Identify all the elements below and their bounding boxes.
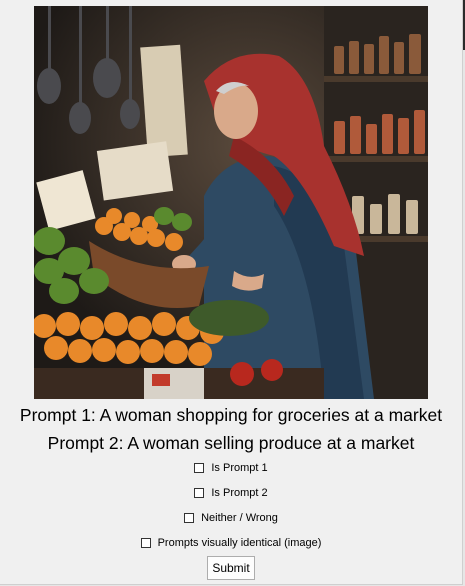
prompt-1-text: Prompt 1: A woman shopping for groceries…	[19, 405, 443, 425]
submit-button[interactable]: Submit	[207, 556, 255, 580]
is-prompt-1-label: Is Prompt 1	[211, 462, 268, 474]
prompts-identical-label: Prompts visually identical (image)	[157, 537, 322, 549]
option-neither-wrong[interactable]: Neither / Wrong	[0, 512, 462, 524]
neither-wrong-label: Neither / Wrong	[201, 512, 278, 524]
prompt-2-text: Prompt 2: A woman selling produce at a m…	[47, 433, 415, 453]
generated-image	[34, 6, 428, 399]
option-prompts-identical[interactable]: Prompts visually identical (image)	[0, 537, 462, 549]
option-is-prompt-2[interactable]: Is Prompt 2	[0, 487, 462, 499]
neither-wrong-checkbox[interactable]	[184, 513, 195, 523]
labeling-dialog: Prompt 1: A woman shopping for groceries…	[0, 0, 463, 585]
is-prompt-1-checkbox[interactable]	[194, 463, 205, 473]
option-is-prompt-1[interactable]: Is Prompt 1	[0, 462, 462, 474]
market-scene-illustration	[34, 6, 428, 399]
is-prompt-2-checkbox[interactable]	[194, 488, 205, 498]
prompts-identical-checkbox[interactable]	[140, 538, 151, 548]
is-prompt-2-label: Is Prompt 2	[211, 487, 268, 499]
